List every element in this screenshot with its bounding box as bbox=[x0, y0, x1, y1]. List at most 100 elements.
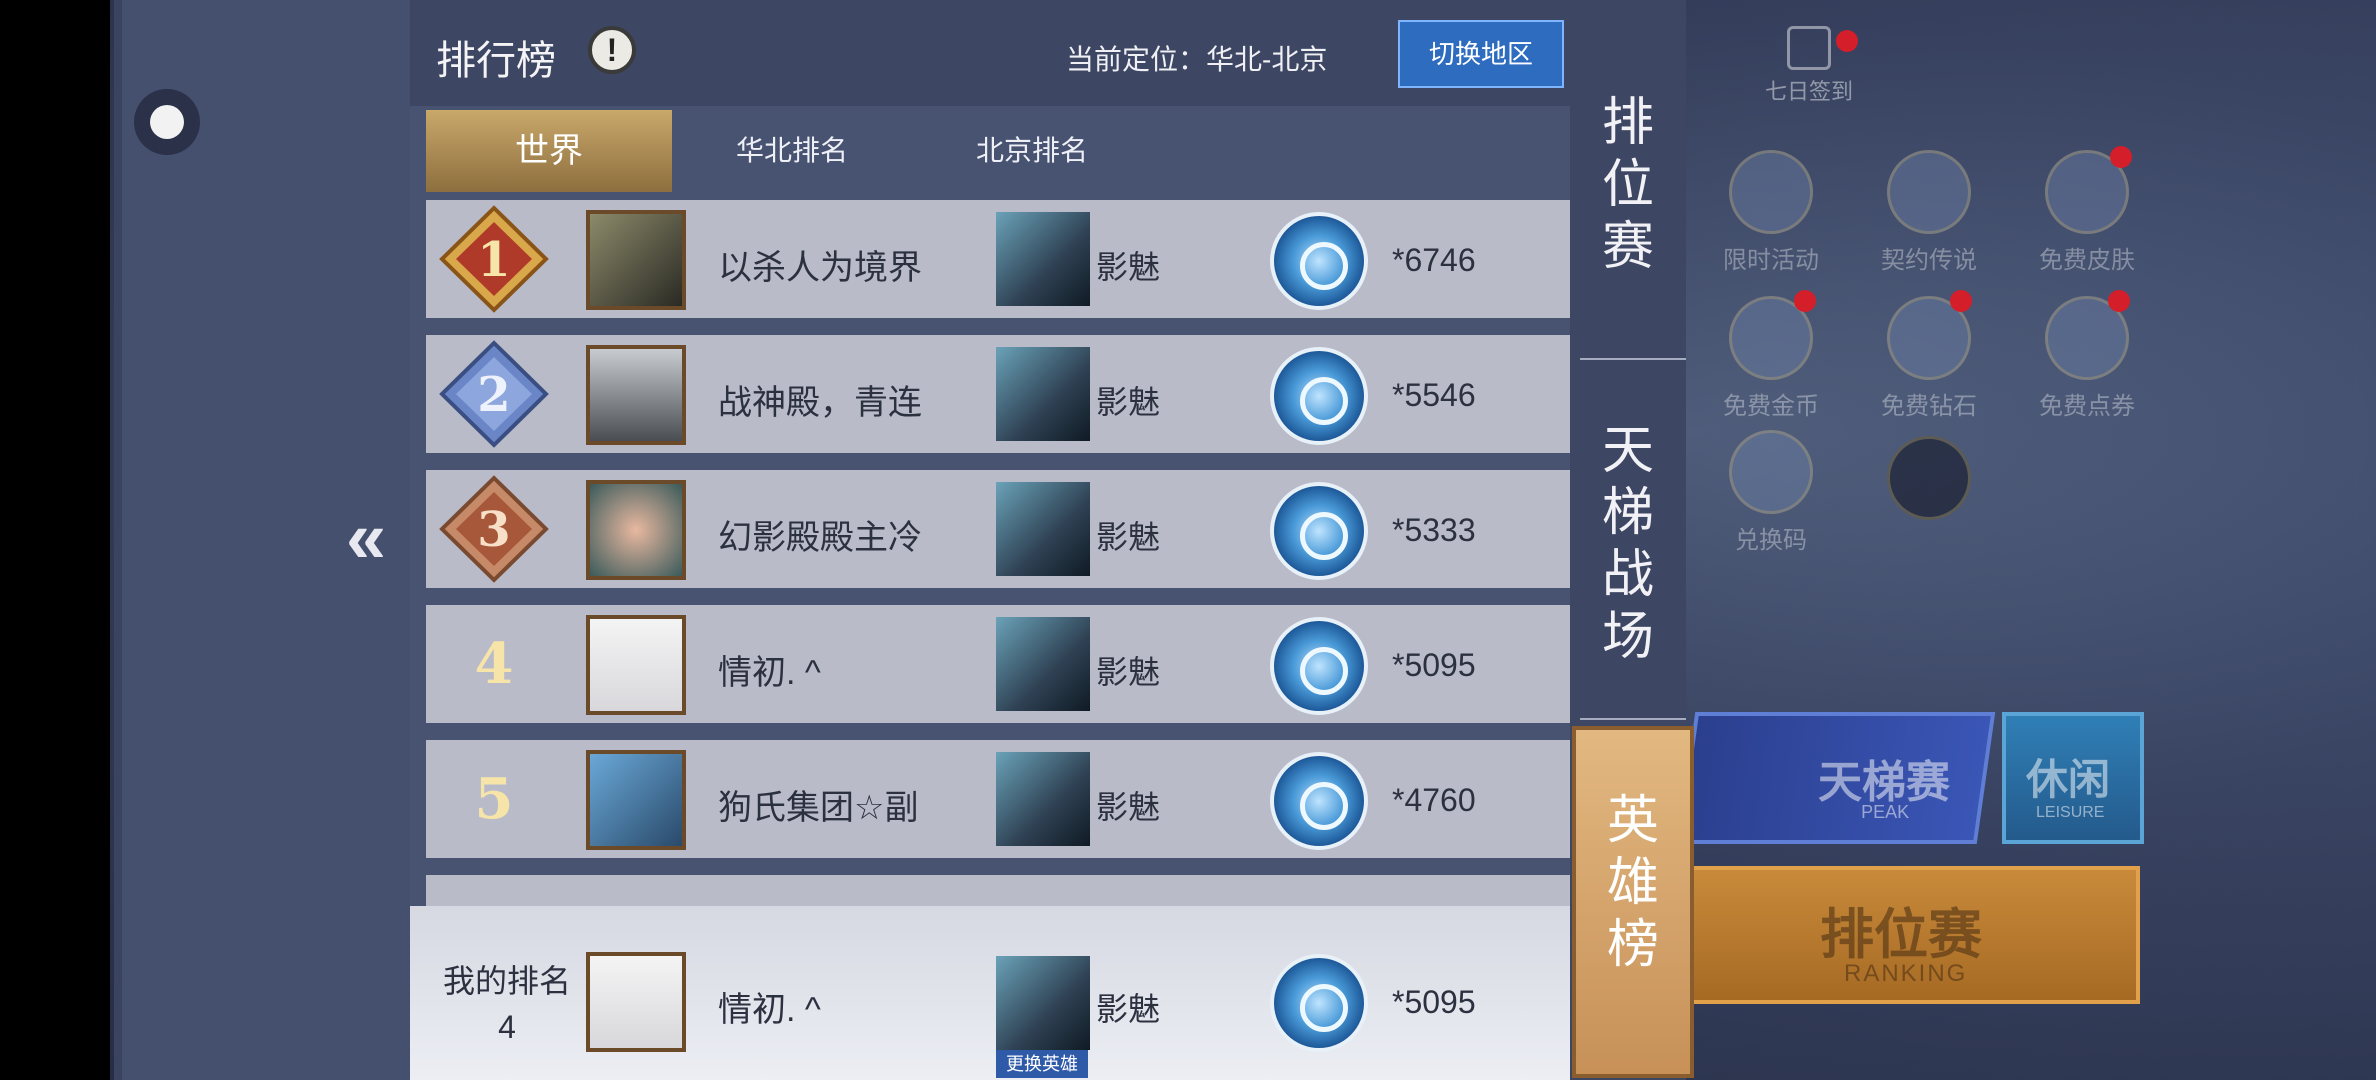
avatar bbox=[586, 750, 686, 850]
table-row[interactable] bbox=[426, 875, 1576, 906]
rank-emblem-icon bbox=[1270, 752, 1368, 850]
current-location: 当前定位：华北-北京 bbox=[1066, 44, 1328, 75]
free-skin-button[interactable]: 免费皮肤 bbox=[2032, 150, 2142, 275]
hero-portrait bbox=[996, 347, 1090, 441]
my-rank-title: 我的排名 bbox=[442, 963, 571, 999]
ranked-subtitle: RANKING bbox=[1844, 960, 1968, 987]
divider bbox=[1580, 718, 1686, 720]
divider bbox=[1580, 358, 1686, 360]
tab-ladder[interactable]: 天 梯 战 场 bbox=[1570, 420, 1686, 668]
speaker-icon bbox=[1887, 436, 1971, 520]
hero-portrait bbox=[996, 212, 1090, 306]
change-hero-button[interactable]: 更换英雄 bbox=[996, 1050, 1088, 1078]
menu-label: 免费金币 bbox=[1723, 393, 1819, 420]
notification-dot bbox=[1836, 30, 1858, 52]
menu-label: 兑换码 bbox=[1735, 527, 1807, 554]
notification-dot bbox=[2110, 146, 2132, 168]
tab-heroes[interactable]: 英 雄 榜 bbox=[1572, 726, 1694, 1078]
hero-portrait bbox=[996, 752, 1090, 846]
hero-name: 影魅 bbox=[1096, 991, 1161, 1027]
hero-portrait[interactable] bbox=[996, 956, 1090, 1050]
tab-ranked[interactable]: 排 位 赛 bbox=[1570, 92, 1686, 278]
player-name: 情初. ^ bbox=[718, 654, 821, 692]
notification-dot bbox=[1950, 290, 1972, 312]
collapse-arrow-icon[interactable]: « bbox=[336, 500, 396, 576]
page-title: 排行榜 bbox=[436, 39, 556, 83]
gold-rank-badge-icon: 1 bbox=[439, 205, 549, 313]
tab-beijing[interactable]: 北京排名 bbox=[912, 110, 1152, 192]
score: *5546 bbox=[1392, 377, 1476, 413]
free-diamond-button[interactable]: 免费钻石 bbox=[1874, 296, 1984, 421]
my-rank-label: 我的排名 4 bbox=[432, 958, 582, 1050]
table-row[interactable]: 2 战神殿，青连 影魅 *5546 bbox=[426, 335, 1576, 453]
score: *5333 bbox=[1392, 512, 1476, 548]
player-name: 战神殿，青连 bbox=[718, 384, 922, 422]
rank-number: 1 bbox=[477, 232, 510, 288]
menu-label: 契约传说 bbox=[1881, 247, 1977, 274]
rank-number: 3 bbox=[477, 502, 510, 558]
leisure-title: 休闲 bbox=[2026, 756, 2111, 803]
rank-emblem-icon bbox=[1270, 212, 1368, 310]
limited-event-button[interactable]: 限时活动 bbox=[1716, 150, 1826, 275]
tab-world[interactable]: 世界 bbox=[426, 110, 672, 192]
ranked-title: 排位赛 bbox=[1820, 905, 1982, 965]
rank-emblem-icon bbox=[1270, 347, 1368, 445]
menu-toggle-button[interactable] bbox=[134, 89, 200, 155]
free-gold-button[interactable]: 免费金币 bbox=[1716, 296, 1826, 421]
score: *6746 bbox=[1392, 242, 1476, 278]
player-name: 情初. ^ bbox=[718, 991, 821, 1029]
hero-name: 影魅 bbox=[1096, 249, 1161, 285]
hero-portrait bbox=[996, 617, 1090, 711]
rank-number: 5 bbox=[474, 766, 514, 832]
menu-label: 免费钻石 bbox=[1881, 393, 1977, 420]
tag-icon bbox=[1729, 430, 1813, 514]
table-row[interactable]: 5 狗氏集团☆副 影魅 *4760 bbox=[426, 740, 1576, 858]
ranked-mode-button[interactable]: 排位赛 RANKING bbox=[1690, 866, 2140, 1004]
ladder-subtitle: PEAK bbox=[1861, 802, 1910, 822]
rank-number: 2 bbox=[477, 367, 510, 423]
info-icon[interactable]: ! bbox=[588, 26, 636, 74]
hero-name: 影魅 bbox=[1096, 654, 1161, 690]
my-rank-row[interactable]: 我的排名 4 情初. ^ 更换英雄 影魅 *5095 bbox=[410, 906, 1570, 1080]
avatar bbox=[586, 480, 686, 580]
switch-region-button[interactable]: 切换地区 bbox=[1398, 20, 1564, 88]
leisure-mode-button[interactable]: 休闲 LEISURE bbox=[2002, 712, 2144, 844]
hero-icon bbox=[1887, 150, 1971, 234]
score: *5095 bbox=[1392, 984, 1476, 1020]
tab-north-china[interactable]: 华北排名 bbox=[672, 110, 912, 192]
table-row[interactable]: 4 情初. ^ 影魅 *5095 bbox=[426, 605, 1576, 723]
leaderboard-header: 排行榜 ! 当前定位：华北-北京 切换地区 bbox=[410, 0, 1570, 106]
score: *5095 bbox=[1392, 647, 1476, 683]
leaderboard-panel: 排行榜 ! 当前定位：华北-北京 切换地区 世界 华北排名 北京排名 1 以杀人… bbox=[410, 0, 1576, 1080]
sound-toggle-button[interactable] bbox=[1874, 436, 1984, 526]
hero-portrait bbox=[996, 482, 1090, 576]
table-row[interactable]: 1 以杀人为境界 影魅 *6746 bbox=[426, 200, 1576, 318]
menu-label: 免费皮肤 bbox=[2039, 247, 2135, 274]
player-name: 以杀人为境界 bbox=[718, 249, 922, 287]
calendar-icon bbox=[1787, 26, 1831, 70]
rank-emblem-icon bbox=[1270, 954, 1368, 1052]
leisure-subtitle: LEISURE bbox=[2036, 804, 2105, 821]
free-points-button[interactable]: 免费点券 bbox=[2032, 296, 2142, 421]
avatar bbox=[586, 210, 686, 310]
table-row[interactable]: 3 幻影殿殿主冷 影魅 *5333 bbox=[426, 470, 1576, 588]
notification-dot bbox=[2108, 290, 2130, 312]
hero-name: 影魅 bbox=[1096, 519, 1161, 555]
ladder-title: 天梯赛 bbox=[1818, 758, 1950, 807]
rank-emblem-icon bbox=[1270, 617, 1368, 715]
menu-label: 限时活动 bbox=[1723, 247, 1819, 274]
ladder-mode-button[interactable]: 天梯赛 PEAK bbox=[1676, 712, 1996, 844]
left-edge-bar bbox=[114, 0, 122, 1080]
hero-name: 影魅 bbox=[1096, 789, 1161, 825]
redeem-code-button[interactable]: 兑换码 bbox=[1716, 430, 1826, 555]
my-rank-number: 4 bbox=[498, 1009, 516, 1045]
region-tabs: 世界 华北排名 北京排名 bbox=[410, 110, 1570, 192]
rank-emblem-icon bbox=[1270, 482, 1368, 580]
silver-rank-badge-icon: 2 bbox=[439, 340, 549, 448]
game-screen: 七日签到 限时活动 契约传说 免费皮肤 免费金币 免费钻石 免费点券 兑换码 天… bbox=[0, 0, 2376, 1080]
score: *4760 bbox=[1392, 782, 1476, 818]
player-name: 狗氏集团☆副 bbox=[718, 789, 919, 827]
event-icon bbox=[1729, 150, 1813, 234]
contract-legend-button[interactable]: 契约传说 bbox=[1874, 150, 1984, 275]
rank-number: 4 bbox=[474, 631, 514, 697]
